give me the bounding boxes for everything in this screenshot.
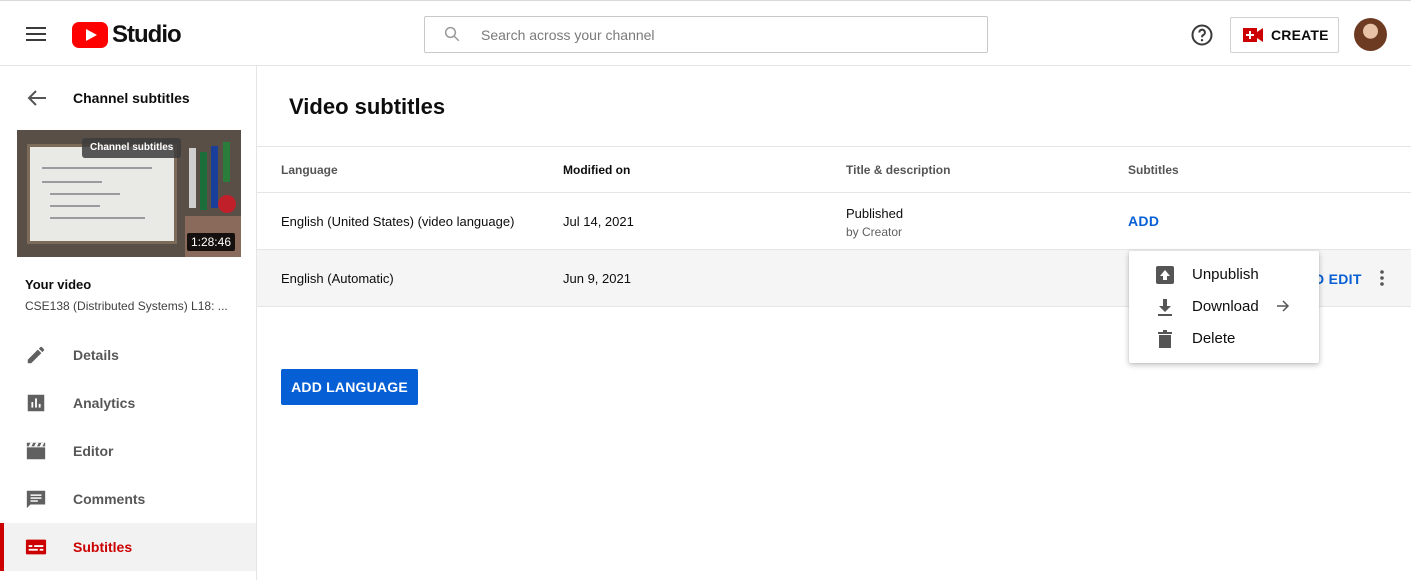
sidebar-nav: Details Analytics Editor Comments Subtit… bbox=[0, 331, 256, 571]
comment-icon bbox=[26, 490, 46, 509]
menu-item-label: Download bbox=[1192, 298, 1259, 315]
sidebar: Channel subtitles Channel subtitles 1:28… bbox=[0, 66, 257, 580]
add-subtitles-button[interactable]: ADD bbox=[1128, 213, 1159, 229]
whiteboard-image bbox=[27, 144, 177, 244]
video-title: CSE138 (Distributed Systems) L18: ... bbox=[25, 299, 228, 313]
row-modified: Jun 9, 2021 bbox=[563, 271, 631, 286]
row-language: English (United States) (video language) bbox=[281, 214, 515, 229]
menu-item-delete[interactable]: Delete bbox=[1129, 323, 1319, 355]
sidebar-item-label: Analytics bbox=[73, 395, 136, 411]
row-title-status: Published bbox=[846, 206, 904, 221]
studio-logo[interactable]: Studio bbox=[72, 21, 182, 49]
markers-image bbox=[189, 142, 236, 213]
subtitles-icon bbox=[25, 539, 47, 555]
row-title-status-cell: Published by Creator bbox=[846, 206, 903, 239]
thumbnail-chip: Channel subtitles bbox=[82, 138, 182, 158]
options-menu: Unpublish Download Delete bbox=[1129, 251, 1319, 363]
sidebar-item-label: Comments bbox=[73, 491, 146, 507]
menu-item-download[interactable]: Download bbox=[1129, 291, 1319, 323]
column-header-language: Language bbox=[281, 163, 338, 177]
sidebar-item-analytics[interactable]: Analytics bbox=[0, 379, 256, 427]
add-language-button[interactable]: ADD LANGUAGE bbox=[281, 369, 418, 405]
youtube-play-icon bbox=[72, 22, 108, 48]
avatar[interactable] bbox=[1354, 18, 1387, 51]
create-button[interactable]: CREATE bbox=[1230, 17, 1339, 53]
sidebar-item-details[interactable]: Details bbox=[0, 331, 256, 379]
video-thumbnail[interactable]: Channel subtitles 1:28:46 bbox=[17, 130, 241, 257]
download-icon bbox=[1158, 299, 1172, 316]
sidebar-item-editor[interactable]: Editor bbox=[0, 427, 256, 475]
row-title-by: by Creator bbox=[846, 225, 903, 239]
unpublish-icon bbox=[1156, 266, 1174, 284]
analytics-icon bbox=[27, 394, 45, 412]
table-header: Language Modified on Title & description… bbox=[257, 146, 1411, 193]
table-row: English (United States) (video language)… bbox=[257, 193, 1411, 250]
hamburger-menu-icon[interactable] bbox=[24, 23, 48, 47]
logo-text: Studio bbox=[112, 21, 182, 48]
menu-item-unpublish[interactable]: Unpublish bbox=[1129, 259, 1319, 291]
search-input[interactable] bbox=[481, 18, 971, 51]
menu-item-label: Delete bbox=[1192, 330, 1236, 347]
sidebar-item-label: Subtitles bbox=[73, 539, 133, 555]
sidebar-item-label: Details bbox=[73, 347, 119, 363]
channel-subtitles-title: Channel subtitles bbox=[73, 90, 190, 106]
column-header-subtitles: Subtitles bbox=[1128, 163, 1179, 177]
create-label: CREATE bbox=[1271, 27, 1329, 43]
your-video-label: Your video bbox=[25, 277, 92, 292]
sidebar-item-comments[interactable]: Comments bbox=[0, 475, 256, 523]
arrow-right-icon bbox=[1277, 300, 1290, 312]
back-arrow-icon[interactable] bbox=[26, 88, 48, 108]
sidebar-item-label: Editor bbox=[73, 443, 114, 459]
video-duration: 1:28:46 bbox=[186, 233, 235, 251]
row-modified: Jul 14, 2021 bbox=[563, 214, 634, 229]
help-icon[interactable] bbox=[1190, 23, 1214, 47]
row-language: English (Automatic) bbox=[281, 271, 394, 286]
column-header-modified[interactable]: Modified on bbox=[563, 163, 630, 177]
video-camera-icon bbox=[1243, 28, 1263, 42]
sidebar-item-subtitles[interactable]: Subtitles bbox=[0, 523, 256, 571]
clapperboard-icon bbox=[26, 442, 46, 460]
search-icon bbox=[444, 26, 460, 42]
top-header: Studio CREATE bbox=[0, 0, 1411, 66]
pencil-icon bbox=[27, 346, 45, 364]
column-header-title-description: Title & description bbox=[846, 163, 951, 177]
menu-item-label: Unpublish bbox=[1192, 266, 1259, 283]
search-box[interactable] bbox=[424, 16, 988, 53]
trash-icon bbox=[1158, 330, 1172, 348]
back-row: Channel subtitles bbox=[0, 80, 256, 116]
page-title: Video subtitles bbox=[289, 94, 446, 119]
more-vert-icon[interactable] bbox=[1372, 268, 1392, 288]
edit-subtitles-button[interactable]: D EDIT bbox=[1314, 271, 1362, 287]
